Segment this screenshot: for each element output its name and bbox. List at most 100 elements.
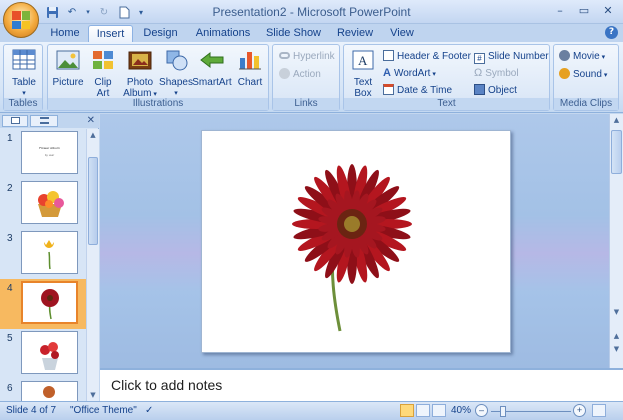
group-label-illustrations: Illustrations bbox=[48, 98, 268, 110]
tulip-image bbox=[44, 240, 54, 270]
window-title: Presentation2 - Microsoft PowerPoint bbox=[212, 5, 411, 19]
scroll-down-icon[interactable]: ▼ bbox=[87, 389, 99, 401]
object-icon bbox=[474, 84, 485, 95]
group-media-clips: Movie ▾ Sound ▾ Media Clips bbox=[553, 44, 619, 111]
slide-thumb-6[interactable]: 6 bbox=[0, 379, 86, 401]
close-button[interactable]: ✕ bbox=[597, 2, 619, 19]
photo-album-icon bbox=[128, 51, 152, 70]
tab-review[interactable]: Review bbox=[335, 25, 375, 42]
tab-slide-show[interactable]: Slide Show bbox=[265, 25, 322, 42]
thumb-title: Flower Album bbox=[39, 146, 60, 150]
clip-art-button[interactable]: Clip Art bbox=[88, 48, 118, 99]
slide-thumb-2[interactable]: 2 bbox=[0, 179, 86, 229]
tab-design[interactable]: Design bbox=[138, 25, 183, 42]
office-button[interactable] bbox=[3, 2, 39, 38]
movie-button[interactable]: Movie ▾ bbox=[559, 49, 605, 64]
smartart-icon bbox=[200, 51, 224, 69]
smartart-button[interactable]: SmartArt bbox=[192, 48, 232, 88]
current-slide[interactable] bbox=[201, 130, 511, 353]
scrollbar-thumb[interactable] bbox=[611, 130, 622, 174]
sound-button[interactable]: Sound ▾ bbox=[559, 67, 607, 82]
scroll-up-icon[interactable]: ▲ bbox=[87, 129, 99, 141]
zoom-level[interactable]: 40% bbox=[451, 405, 471, 416]
slides-pane: ✕ 1 Flower Album by user 2 3 4 5 6 ▲ ▼ bbox=[0, 114, 99, 401]
scroll-down-icon[interactable]: ▼ bbox=[610, 306, 623, 318]
slide-thumb-5[interactable]: 5 bbox=[0, 329, 86, 379]
movie-icon bbox=[559, 50, 570, 61]
spell-check-icon[interactable]: ✓ bbox=[145, 405, 153, 416]
slide-show-view-button[interactable] bbox=[432, 404, 446, 417]
scrollbar-thumb[interactable] bbox=[88, 157, 98, 245]
theme-name: "Office Theme" bbox=[70, 405, 137, 416]
wordart-button[interactable]: A WordArt ▾ bbox=[383, 66, 436, 81]
table-button[interactable]: Table ▾ bbox=[7, 48, 41, 99]
slide-thumb-3[interactable]: 3 bbox=[0, 229, 86, 279]
slide-number-button[interactable]: # Slide Number bbox=[474, 49, 549, 64]
previous-slide-icon[interactable]: ▲ bbox=[610, 330, 623, 342]
zoom-out-icon[interactable]: – bbox=[475, 404, 488, 417]
minimize-button[interactable]: – bbox=[549, 2, 571, 19]
photo-album-dropdown-icon: ▾ bbox=[151, 91, 157, 98]
group-label-text: Text bbox=[344, 98, 549, 110]
slide-thumb-1[interactable]: 1 Flower Album by user bbox=[0, 129, 86, 179]
normal-view-button[interactable] bbox=[400, 404, 414, 417]
help-icon[interactable]: ? bbox=[605, 26, 618, 39]
hyperlink-button[interactable]: Hyperlink bbox=[279, 49, 335, 64]
tab-view[interactable]: View bbox=[386, 25, 418, 42]
movie-dropdown-icon: ▾ bbox=[599, 54, 606, 61]
window-controls: – ▭ ✕ bbox=[549, 2, 619, 19]
group-illustrations: Picture Clip Art Photo Album ▾ Shapes ▾ … bbox=[47, 44, 269, 111]
slides-view-icon bbox=[10, 117, 20, 124]
photo-album-button[interactable]: Photo Album ▾ bbox=[120, 48, 160, 100]
picture-button[interactable]: Picture bbox=[51, 48, 85, 88]
thumbnails-scrollbar[interactable]: ▲ ▼ bbox=[86, 129, 99, 401]
next-slide-icon[interactable]: ▼ bbox=[610, 343, 623, 355]
text-box-button[interactable]: A Text Box bbox=[347, 48, 379, 99]
symbol-button[interactable]: Ω Symbol bbox=[474, 66, 519, 81]
slide-thumb-4[interactable]: 4 bbox=[0, 279, 86, 329]
svg-text:A: A bbox=[358, 53, 368, 68]
notes-pane[interactable]: Click to add notes bbox=[100, 368, 623, 401]
restore-button[interactable]: ▭ bbox=[573, 2, 595, 19]
slide-thumb-preview bbox=[21, 231, 78, 274]
ribbon: Table ▾ Tables Picture Clip Art Photo Al… bbox=[0, 42, 623, 113]
shapes-icon bbox=[166, 50, 188, 71]
hyperlink-icon bbox=[279, 52, 290, 59]
date-time-button[interactable]: Date & Time bbox=[383, 83, 452, 98]
group-label-tables: Tables bbox=[4, 98, 42, 110]
tab-home[interactable]: Home bbox=[46, 25, 84, 42]
sound-dropdown-icon: ▾ bbox=[601, 72, 608, 79]
action-icon bbox=[279, 68, 290, 79]
chart-button[interactable]: Chart bbox=[233, 48, 267, 88]
scroll-up-icon[interactable]: ▲ bbox=[610, 114, 623, 126]
slide-thumbnails: 1 Flower Album by user 2 3 4 5 6 bbox=[0, 129, 86, 401]
title-bar: ↶ ▾ ↻ ▾ Presentation2 - Microsoft PowerP… bbox=[0, 0, 623, 24]
slide-thumb-preview bbox=[21, 281, 78, 324]
zoom-in-icon[interactable]: + bbox=[573, 404, 586, 417]
zoom-slider-knob[interactable] bbox=[500, 406, 506, 417]
tab-outline[interactable] bbox=[30, 115, 58, 127]
gerbera-flower-image[interactable] bbox=[202, 131, 510, 352]
fit-to-window-button[interactable] bbox=[592, 404, 606, 417]
object-button[interactable]: Object bbox=[474, 83, 517, 98]
shapes-button[interactable]: Shapes ▾ bbox=[159, 48, 193, 99]
action-button[interactable]: Action bbox=[279, 67, 321, 82]
header-footer-icon bbox=[383, 50, 394, 61]
tab-slides[interactable] bbox=[2, 115, 28, 127]
table-icon bbox=[12, 49, 36, 70]
slide-counter: Slide 4 of 7 bbox=[6, 405, 57, 416]
tab-animations[interactable]: Animations bbox=[192, 25, 254, 42]
omega-icon: Ω bbox=[474, 67, 483, 79]
text-box-icon: A bbox=[352, 50, 374, 70]
office-logo-icon bbox=[12, 11, 30, 29]
slide-editor bbox=[100, 114, 609, 368]
close-pane-icon[interactable]: ✕ bbox=[87, 115, 95, 126]
header-footer-button[interactable]: Header & Footer bbox=[383, 49, 471, 64]
roses-image bbox=[40, 342, 59, 370]
chart-icon bbox=[239, 52, 261, 70]
thumb-subtitle: by user bbox=[44, 154, 55, 157]
notes-placeholder: Click to add notes bbox=[111, 377, 223, 393]
slide-sorter-view-button[interactable] bbox=[416, 404, 430, 417]
tab-insert[interactable]: Insert bbox=[88, 25, 133, 42]
editor-scrollbar[interactable]: ▲ ▼ ▲ ▼ bbox=[609, 114, 623, 368]
